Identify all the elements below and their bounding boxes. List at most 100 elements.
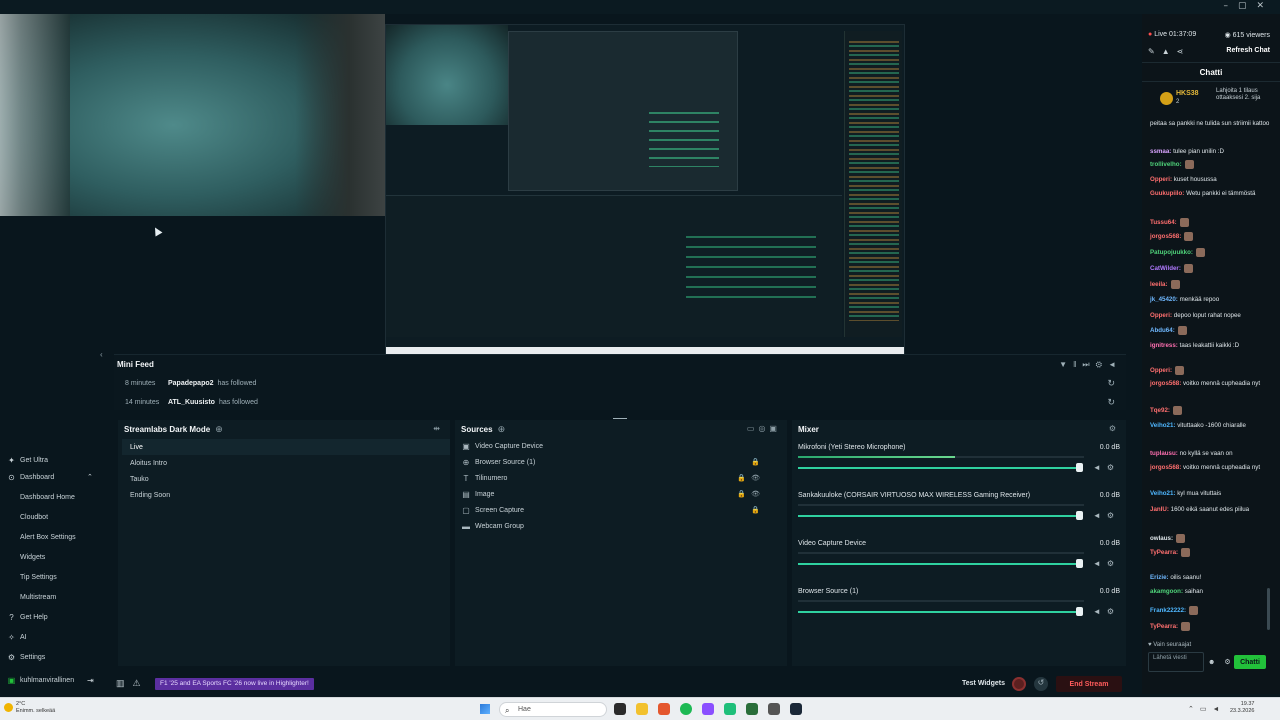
chat-username[interactable]: trollivelho: [1150,161,1182,168]
chat-username[interactable]: TyPearra: [1150,549,1178,556]
chat-username[interactable]: ssmaa: [1150,148,1171,155]
settings-icon[interactable]: ⚙ [1096,360,1108,369]
chat-username[interactable]: Veiho21: [1150,422,1175,429]
chat-username[interactable]: Patupojuukko: [1150,249,1193,256]
chat-username[interactable]: jorgos568: [1150,464,1181,471]
source-item[interactable]: ▣ Video Capture Device [457,438,777,454]
chat-send-button[interactable]: Chatti [1234,655,1266,669]
mute-settings-icons[interactable]: ◄⚙ [1093,463,1120,472]
lock-icon[interactable]: 🔒 [751,458,765,466]
chat-username[interactable]: jorgos568: [1150,233,1181,240]
replay-icon[interactable]: ↻ [1107,378,1115,389]
scene-item[interactable]: Aloitus Intro [122,455,450,471]
chat-username[interactable]: ignitress: [1150,342,1178,349]
sidebar-item-settings[interactable]: ⚙ Settings [0,647,100,667]
chat-scrollbar[interactable] [1267,588,1270,630]
logout-icon[interactable]: ⇥ [87,676,94,685]
sidebar-item-dashboard[interactable]: ⊙ Dashboard ⌃ [0,467,100,487]
emote-icon[interactable]: ☻ [1208,659,1224,666]
filter-icon[interactable]: ▼ [1059,360,1073,369]
mixer-settings-icon[interactable]: ⚙ [1109,424,1120,433]
replay-icon[interactable]: ↻ [1107,397,1115,408]
scene-item[interactable]: Tauko [122,471,450,487]
mini-feed-tools[interactable]: ▼‖⏭⚙◄ [1059,360,1122,370]
chat-username[interactable]: Guukupiilo: [1150,190,1184,197]
sidebar-item-get-help[interactable]: ? Get Help [0,607,100,627]
chat-username[interactable]: owlaus: [1150,535,1173,542]
task-view-icon[interactable] [614,703,626,715]
collapse-sidebar-icon[interactable]: ‹ [100,350,103,359]
chat-username[interactable]: Frank22222: [1150,607,1186,614]
mute-settings-icons[interactable]: ◄⚙ [1093,559,1120,568]
sidebar-item-ai[interactable]: ✧ AI [0,627,100,647]
chat-username[interactable]: akamgoon: [1150,588,1183,595]
chat-username[interactable]: Opperi: [1150,312,1172,319]
volume-slider-handle[interactable] [1076,559,1083,568]
test-widgets-button[interactable]: Test Widgets [962,680,1005,687]
source-item[interactable]: ▬ Webcam Group [457,518,777,534]
sidebar-item-alert-box-settings[interactable]: Alert Box Settings [0,527,100,547]
popout-icon[interactable]: ▲ [1162,47,1177,56]
mute-icon[interactable]: ◄ [1108,360,1122,369]
volume-slider[interactable] [798,467,1082,469]
chat-username[interactable]: Tussu64: [1150,219,1177,226]
chat-username[interactable]: tuplausu: [1150,450,1178,457]
volume-slider[interactable] [798,611,1082,613]
sidebar-item-account[interactable]: ▣ kuhlmanvirallinen ⇥ [0,670,100,690]
notification-banner[interactable]: F1 '25 and EA Sports FC '26 now live in … [155,678,314,690]
source-item[interactable]: T Tilinumero 🔒👁 [457,470,777,486]
weather-widget[interactable]: 2°C Enimm. selkeää [4,701,55,715]
add-source-icon[interactable]: ⊕ [498,424,506,435]
sidebar-item-widgets[interactable]: Widgets [0,547,100,567]
source-item[interactable]: ▤ Image 🔒👁 [457,486,777,502]
scene-collection-title[interactable]: Streamlabs Dark Mode [124,425,210,434]
chat-username[interactable]: JanIU: [1150,506,1169,513]
chat-username[interactable]: Opperi: [1150,176,1172,183]
chat-tools[interactable]: ✎▲⋖ [1148,47,1190,56]
scene-item[interactable]: Ending Soon [122,487,450,503]
pause-icon[interactable]: ‖ [1073,360,1082,369]
spotify-icon[interactable] [680,703,692,715]
app-icon[interactable] [768,703,780,715]
system-tray[interactable]: ⌃▭◄ [1188,705,1225,713]
chat-username[interactable]: jorgos568: [1150,380,1181,387]
add-scene-icon[interactable]: ⊕ [215,424,223,435]
refresh-chat-button[interactable]: Refresh Chat [1226,47,1270,54]
replay-buffer-button[interactable]: ↺ [1034,677,1048,691]
messenger-icon[interactable] [702,703,714,715]
streamlabs-icon[interactable] [724,703,736,715]
taskbar-clock[interactable]: 19.37 23.3.2026 [1230,701,1254,715]
stats-icon[interactable]: ▥ [116,678,133,688]
chat-username[interactable]: CatWilder: [1150,265,1181,272]
scene-item[interactable]: Live [122,439,450,455]
nvidia-icon[interactable] [746,703,758,715]
mute-settings-icons[interactable]: ◄⚙ [1093,511,1120,520]
sidebar-item-tip-settings[interactable]: Tip Settings [0,567,100,587]
source-item[interactable]: ⊕ Browser Source (1) 🔒 [457,454,777,470]
volume-slider[interactable] [798,563,1082,565]
performance-icons[interactable]: ▥⚠ [116,678,149,689]
browser-icon[interactable] [658,703,670,715]
chat-username[interactable]: Abdu64: [1150,327,1175,334]
volume-slider[interactable] [798,515,1082,517]
file-explorer-icon[interactable] [636,703,648,715]
chat-username[interactable]: leeila: [1150,281,1168,288]
sidebar-item-dashboard-home[interactable]: Dashboard Home [0,487,100,507]
source-item[interactable]: ▢ Screen Capture 🔒 [457,502,777,518]
lock-visibility-icons[interactable]: 🔒👁 [737,474,765,482]
edit-icon[interactable]: ✎ [1148,47,1162,56]
chat-username[interactable]: jk_45420: [1150,296,1178,303]
chat-username[interactable]: Opperi: [1150,367,1172,374]
lock-visibility-icons[interactable]: 🔒👁 [737,490,765,498]
end-stream-button[interactable]: End Stream [1056,676,1122,692]
share-icon[interactable]: ⋖ [1177,47,1191,56]
volume-slider-handle[interactable] [1076,511,1083,520]
alert-icon[interactable]: ⚠ [133,678,149,688]
chat-username[interactable]: Veiho21: [1150,490,1175,497]
chat-input[interactable]: Lähetä viesti [1148,652,1204,672]
source-tools-icon[interactable]: ▭◎▣ [747,424,781,433]
taskbar-search[interactable]: ⌕ Hae [499,702,607,717]
scene-transitions-icon[interactable]: ⇹ [433,424,444,433]
chat-username[interactable]: Erizie: [1150,574,1169,581]
skip-icon[interactable]: ⏭ [1082,360,1095,369]
